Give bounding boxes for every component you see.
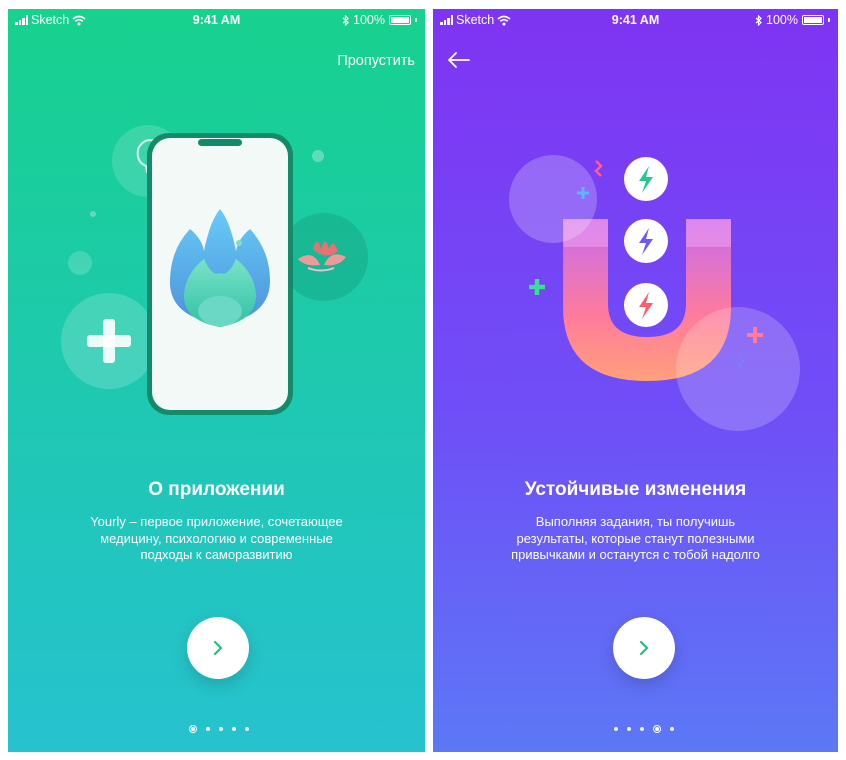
page-dot-active (189, 725, 197, 733)
page-dot (232, 727, 236, 731)
page-indicator (189, 725, 249, 733)
next-button[interactable] (187, 617, 249, 679)
phone-icon (147, 133, 293, 415)
page-dot (627, 727, 631, 731)
app-illustration (61, 125, 368, 415)
bolt-icon (624, 283, 668, 327)
page-dot (614, 727, 618, 731)
screen-title: Устойчивые изменения (524, 479, 747, 500)
page-dot-active (653, 725, 661, 733)
bolt-icon (624, 219, 668, 263)
lotus-bubble-icon (280, 213, 368, 301)
screen-description: Yourly – первое приложение, сочетающее м… (90, 514, 343, 562)
page-dot (219, 727, 223, 731)
screen-description: Выполняя задания, ты получишь результаты… (511, 514, 760, 562)
screen-title: О приложении (148, 479, 285, 500)
page-dot (670, 727, 674, 731)
next-button[interactable] (613, 617, 675, 679)
onboarding-screen-about: Sketch 9:41 AM 100% Пропустить О приложе… (8, 9, 425, 752)
plus-icon (529, 279, 545, 295)
page-indicator (614, 725, 674, 733)
magnet-illustration (509, 155, 800, 431)
bubble (676, 307, 800, 431)
chevron-right-icon (213, 640, 223, 656)
page-dot (206, 727, 210, 731)
plus-bubble-icon (61, 293, 157, 389)
page-dot (640, 727, 644, 731)
onboarding-screen-changes: Sketch 9:41 AM 100% Устойчивые изменения… (433, 9, 838, 752)
page-dot (245, 727, 249, 731)
spark-icon (594, 160, 603, 177)
bolt-icon (624, 157, 668, 201)
chevron-right-icon (639, 640, 649, 656)
